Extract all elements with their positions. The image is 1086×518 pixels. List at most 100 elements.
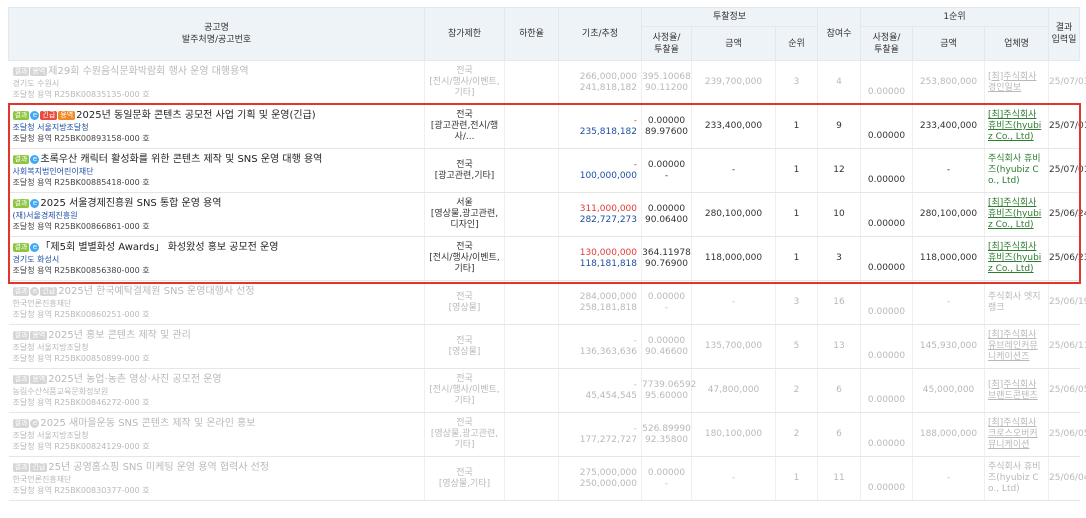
bid-rate: 89.97600 — [645, 126, 688, 137]
company-name[interactable]: [최]주식회사 유브레인커뮤니케이션즈 — [988, 330, 1038, 362]
first-rate-cell: 0.00000 — [860, 324, 913, 369]
title-cell: 결과 긴급 25년 공영홈쇼핑 SNS 미케팅 운영 용역 협력사 선정 한국언론진… — [8, 456, 425, 501]
amount-cell: 239,700,000 — [691, 60, 776, 105]
base-cell: 130,000,000 118,181,818 — [558, 236, 642, 281]
notice-title-link[interactable]: 제29회 수원음식문화박람회 행사 운영 대행용역 — [48, 66, 248, 77]
bid-rate: 90.11200 — [645, 82, 688, 93]
agency-name[interactable]: (재)서울경제진흥원 — [13, 210, 421, 221]
bidders-cell: 3 — [817, 236, 861, 281]
notice-title-link[interactable]: 2025년 동일문화 콘텐츠 공모전 사업 기획 및 운영(긴급) — [76, 110, 316, 121]
notice-title-link[interactable]: 초록우산 캐릭터 활성화를 위한 콘텐츠 제작 및 SNS 운영 대행 용역 — [40, 154, 322, 165]
notice-title-link[interactable]: 2025년 홍보 콘텐츠 제작 및 관리 — [48, 330, 191, 341]
table-row[interactable]: 결과 e 긴급 2025년 한국예탁결제원 SNS 운영대행사 선정 한국언론진흥재단… — [8, 280, 1086, 325]
notice-title-link[interactable]: 2025 새마을운동 SNS 콘텐츠 제작 및 온라인 홍보 — [40, 418, 255, 429]
low-rate-cell — [504, 60, 559, 105]
title-cell: 결과 e 긴급 2025년 한국예탁결제원 SNS 운영대행사 선정 한국언론진흥재단… — [8, 280, 425, 325]
company-name[interactable]: 주식회사 휴비즈(hyubiz Co., Ltd) — [988, 462, 1041, 494]
bid-rate: - — [664, 478, 669, 489]
table-row[interactable]: 결과 용역 2025년 농업·농촌 영상·사진 공모전 운영 농림수산식품교육문화정… — [8, 368, 1086, 413]
first-amount-cell: 45,000,000 — [912, 368, 985, 413]
header-low-rate[interactable]: 하한율 — [504, 7, 559, 61]
agency-name[interactable]: 조달청 서울지방조달청 — [13, 122, 421, 133]
rate-cell: 395.10068 90.11200 — [641, 60, 692, 105]
agency-name[interactable]: 경기도 화성시 — [13, 254, 421, 265]
bidders-cell: 12 — [817, 148, 861, 193]
e-bid-badge: e — [30, 419, 40, 428]
title-cell: 결과 용역 2025년 농업·농촌 영상·사진 공모전 운영 농림수산식품교육문화정… — [8, 368, 425, 413]
agency-name[interactable]: 한국언론진흥재단 — [13, 298, 421, 309]
result-date-cell: 25/06/04 — [1048, 456, 1086, 501]
header-title[interactable]: 공고명 발주처명/공고번호 — [8, 7, 425, 61]
company-cell: [최]주식회사 브랜드콘텐츠 — [984, 368, 1049, 413]
agency-name[interactable]: 농림수산식품교육문화정보원 — [13, 386, 421, 397]
assessed-rate: 0.00000 — [647, 467, 686, 478]
table-row[interactable]: 결과 e 「제5회 별별화성 Awards」 화성왔성 홍보 공모전 운영 경기도 … — [8, 236, 1086, 281]
rate-cell: 364.11978 90.76900 — [641, 236, 692, 281]
company-name[interactable]: 주식회사 엣지랭크 — [988, 292, 1041, 313]
result-badge: 결과 — [12, 111, 30, 120]
table-row[interactable]: 결과 긴급 25년 공영홈쇼핑 SNS 미케팅 운영 용역 협력사 선정 한국언론진… — [8, 456, 1086, 501]
urgent-badge: 긴급 — [40, 111, 58, 120]
header-rate[interactable]: 사정율/ 투찰율 — [641, 26, 692, 61]
header-rank[interactable]: 순위 — [775, 26, 818, 61]
limit-cell: 전국 [영상물,기타] — [424, 456, 505, 501]
header-amount[interactable]: 금액 — [691, 26, 776, 61]
notice-number: 조달청 용역 R25BK00856380-000 호 — [12, 266, 150, 275]
header-base[interactable]: 기초/추정 — [558, 7, 642, 61]
notice-title-link[interactable]: 2025 서울경제진흥원 SNS 통합 운영 용역 — [40, 198, 221, 209]
agency-name[interactable]: 사회복지법인어린이재단 — [13, 166, 421, 177]
table-row[interactable]: 결과 e 초록우산 캐릭터 활성화를 위한 콘텐츠 제작 및 SNS 운영 대행 용… — [8, 148, 1086, 193]
first-rate-cell: 0.00000 — [860, 60, 913, 105]
table-row[interactable]: 결과 e 2025 서울경제진흥원 SNS 통합 운영 용역 (재)서울경제진흥원 … — [8, 192, 1086, 237]
rate-cell: 0.00000 90.06400 — [641, 192, 692, 237]
company-cell: [최]주식회사 경인일보 — [984, 60, 1049, 105]
header-bid-info: 투찰정보 — [641, 7, 818, 27]
agency-name[interactable]: 조달청 서울지방조달청 — [13, 430, 421, 441]
estimated-price: 241,818,182 — [579, 82, 637, 93]
agency-name[interactable]: 조달청 서울지방조달청 — [13, 342, 421, 353]
agency-name[interactable]: 한국언론진흥재단 — [13, 474, 421, 485]
service-badge: 용역 — [30, 331, 48, 340]
rank-cell: 2 — [775, 368, 818, 413]
notice-title-link[interactable]: 「제5회 별별화성 Awards」 화성왔성 홍보 공모전 운영 — [40, 242, 278, 253]
low-rate-cell — [504, 104, 559, 149]
bidders-cell: 6 — [817, 368, 861, 413]
table-row[interactable]: 결과 e 긴급 용역 2025년 동일문화 콘텐츠 공모전 사업 기획 및 운영(긴급)… — [8, 104, 1086, 149]
base-price: 284,000,000 — [579, 291, 637, 302]
company-name[interactable]: [최]주식회사 경인일보 — [988, 72, 1036, 93]
rate-cell: 0.00000 - — [641, 280, 692, 325]
result-date-cell: 25/06/11 — [1048, 324, 1086, 369]
notice-number: 조달청 용역 R25BK00893158-000 호 — [12, 134, 150, 143]
table-row[interactable]: 결과 용역 2025년 홍보 콘텐츠 제작 및 관리 조달청 서울지방조달청 조달청… — [8, 324, 1086, 369]
notice-title-link[interactable]: 2025년 한국예탁결제원 SNS 운영대행사 선정 — [58, 286, 254, 297]
low-rate-cell — [504, 192, 559, 237]
header-result-date[interactable]: 결과 입력일 — [1048, 7, 1080, 61]
header-first-rate[interactable]: 사정율/ 투찰율 — [860, 26, 913, 61]
table-row[interactable]: 결과 용역 제29회 수원음식문화박람회 행사 운영 대행용역 경기도 수원시 조달… — [8, 60, 1086, 105]
company-name[interactable]: 주식회사 휴비즈(hyubiz Co., Ltd) — [988, 154, 1041, 186]
rate-cell: 526.89990 92.35800 — [641, 412, 692, 457]
company-name[interactable]: [최]주식회사 휴비즈(hyubiz Co., Ltd) — [988, 198, 1041, 230]
notice-number: 조달청 용역 R25BK00860251-000 호 — [12, 310, 150, 319]
table-row[interactable]: 결과 e 2025 새마을운동 SNS 콘텐츠 제작 및 온라인 홍보 조달청 서울… — [8, 412, 1086, 457]
company-name[interactable]: [최]주식회사 휴비즈(hyubiz Co., Ltd) — [988, 110, 1041, 142]
header-first-amount[interactable]: 금액 — [912, 26, 985, 61]
header-company[interactable]: 업체명 — [984, 26, 1049, 61]
notice-title-link[interactable]: 25년 공영홈쇼핑 SNS 미케팅 운영 용역 협력사 선정 — [48, 462, 269, 473]
company-name[interactable]: [최]주식회사 휴비즈(hyubiz Co., Ltd) — [988, 242, 1041, 274]
header-limit[interactable]: 참가제한 — [424, 7, 505, 61]
estimated-price: 250,000,000 — [579, 478, 637, 489]
header-bidders[interactable]: 참여수 — [817, 7, 861, 61]
company-name[interactable]: [최]주식회사 크로스오버커뮤니케이션 — [988, 418, 1038, 450]
notice-number: 조달청 용역 R25BK00846272-000 호 — [12, 398, 150, 407]
result-badge: 결과 — [12, 155, 30, 164]
result-date-cell: 25/06/05 — [1048, 412, 1086, 457]
agency-name[interactable]: 경기도 수원시 — [13, 78, 421, 89]
bid-rate: 90.46600 — [645, 346, 688, 357]
notice-number: 조달청 용역 R25BK00885418-000 호 — [12, 178, 150, 187]
amount-cell: 47,800,000 — [691, 368, 776, 413]
notice-title-link[interactable]: 2025년 농업·농촌 영상·사진 공모전 운영 — [48, 374, 221, 385]
company-name[interactable]: [최]주식회사 브랜드콘텐츠 — [988, 380, 1038, 401]
first-amount-cell: - — [912, 280, 985, 325]
result-badge: 결과 — [12, 419, 30, 428]
